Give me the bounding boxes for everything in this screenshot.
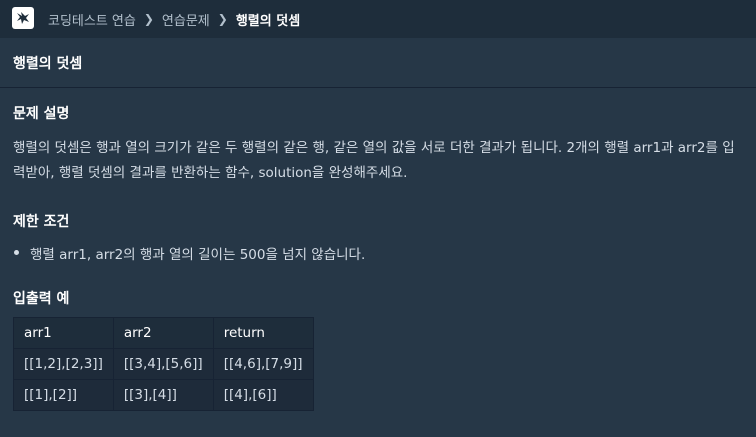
table-cell: [[3],[4]] bbox=[112, 379, 214, 411]
programmers-logo-icon[interactable] bbox=[12, 7, 34, 29]
breadcrumb-practice-problems[interactable]: 연습문제 bbox=[162, 10, 210, 29]
table-row: [[1],[2]] [[3],[4]] [[4],[6]] bbox=[13, 379, 314, 411]
table-cell: [[3,4],[5,6]] bbox=[112, 348, 214, 380]
table-cell: [[1,2],[2,3]] bbox=[13, 348, 114, 380]
table-header-row: arr1 arr2 return bbox=[13, 317, 314, 349]
examples-table: arr1 arr2 return [[1,2],[2,3]] [[3,4],[5… bbox=[13, 317, 314, 411]
description-text: 행렬의 덧셈은 행과 열의 크기가 같은 두 행렬의 같은 행, 같은 열의 값… bbox=[13, 140, 735, 181]
top-navigation-bar: 코딩테스트 연습 ❯ 연습문제 ❯ 행렬의 덧셈 bbox=[0, 0, 756, 38]
column-header-return: return bbox=[212, 317, 314, 349]
table-cell: [[1],[2]] bbox=[13, 379, 114, 411]
breadcrumb-coding-test[interactable]: 코딩테스트 연습 bbox=[48, 10, 136, 29]
description-heading: 문제 설명 bbox=[13, 106, 70, 122]
problem-title-bar: 행렬의 덧셈 bbox=[0, 38, 756, 88]
problem-content: 문제 설명 행렬의 덧셈은 행과 열의 크기가 같은 두 행렬의 같은 행, 같… bbox=[0, 88, 756, 437]
table-row: [[1,2],[2,3]] [[3,4],[5,6]] [[4,6],[7,9]… bbox=[13, 348, 314, 380]
column-header-arr2: arr2 bbox=[112, 317, 214, 349]
chevron-right-icon: ❯ bbox=[143, 12, 154, 26]
breadcrumb: 코딩테스트 연습 ❯ 연습문제 ❯ 행렬의 덧셈 bbox=[48, 0, 300, 38]
chevron-right-icon: ❯ bbox=[217, 12, 228, 26]
table-cell: [[4,6],[7,9]] bbox=[212, 348, 314, 380]
table-cell: [[4],[6]] bbox=[212, 379, 314, 411]
breadcrumb-current: 행렬의 덧셈 bbox=[235, 13, 301, 29]
constraint-item: 행렬 arr1, arr2의 행과 열의 길이는 500을 넘지 않습니다. bbox=[13, 243, 365, 263]
column-header-arr1: arr1 bbox=[13, 317, 114, 349]
constraints-heading: 제한 조건 bbox=[13, 214, 70, 230]
examples-heading: 입출력 예 bbox=[13, 291, 70, 307]
problem-title: 행렬의 덧셈 bbox=[13, 56, 83, 72]
